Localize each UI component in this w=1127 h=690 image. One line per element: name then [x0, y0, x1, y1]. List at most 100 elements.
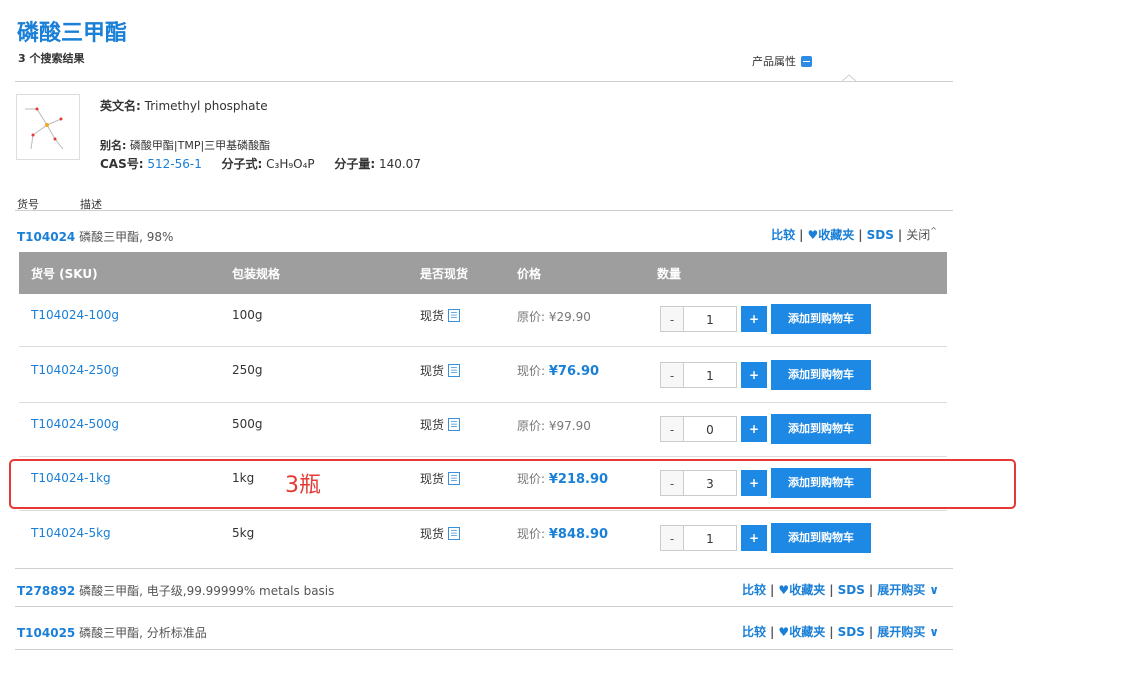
divider [15, 81, 953, 82]
row-divider [19, 346, 947, 347]
expand-buy-link[interactable]: 展开购买 [877, 625, 925, 639]
stock-icon[interactable]: ☰ [448, 527, 461, 540]
heart-icon[interactable]: ♥ [778, 625, 789, 639]
stock-status: 现货 ☰ [420, 525, 461, 542]
favorite-link[interactable]: 收藏夹 [789, 583, 825, 597]
increment-button[interactable]: + [741, 362, 767, 388]
quantity-stepper: - 0 + 添加到购物车 [660, 414, 871, 444]
product-attributes-label: 产品属性 [752, 55, 796, 68]
compare-link[interactable]: 比较 [742, 583, 766, 597]
favorite-link[interactable]: 收藏夹 [789, 625, 825, 639]
divider [15, 606, 953, 607]
chevron-down-icon[interactable]: ∨ [925, 583, 939, 597]
expand-buy-link[interactable]: 展开购买 [877, 583, 925, 597]
decrement-button[interactable]: - [660, 525, 684, 551]
price: 现价: ¥76.90 [517, 362, 599, 379]
stock-icon[interactable]: ☰ [448, 309, 461, 322]
increment-button[interactable]: + [741, 306, 767, 332]
cas-row: CAS号: 512-56-1 分子式: C₃H₉O₄P 分子量: 140.07 [100, 155, 421, 172]
quantity-input[interactable]: 1 [684, 362, 737, 388]
heart-icon[interactable]: ♥ [778, 583, 789, 597]
sku-link[interactable]: T104024-5kg [31, 526, 111, 540]
separator: | [868, 625, 874, 639]
col-sku: 货号 (SKU) [31, 267, 98, 281]
col-price: 价格 [517, 267, 542, 281]
decrement-button[interactable]: - [660, 416, 684, 442]
quantity-stepper: - 1 + 添加到购物车 [660, 360, 871, 390]
increment-button[interactable]: + [741, 416, 767, 442]
cas-link[interactable]: 512-56-1 [147, 157, 201, 171]
stock-icon[interactable]: ☰ [448, 418, 461, 431]
row-divider [19, 402, 947, 403]
price-label: 原价: [517, 419, 546, 433]
sds-link[interactable]: SDS [867, 228, 894, 242]
heart-icon[interactable]: ♥ [807, 228, 818, 242]
price-label: 原价: [517, 310, 546, 324]
decrement-button[interactable]: - [660, 362, 684, 388]
product-row: T104025 磷酸三甲酯, 分析标准品 [17, 624, 207, 641]
divider [15, 210, 953, 211]
add-to-cart-button[interactable]: 添加到购物车 [771, 414, 871, 444]
decrement-button[interactable]: - [660, 306, 684, 332]
stock-status: 现货 ☰ [420, 307, 461, 324]
sku-spec: 250g [232, 363, 263, 377]
separator: | [868, 583, 874, 597]
product-attributes-toggle[interactable]: 产品属性 [752, 53, 812, 69]
separator: | [770, 583, 775, 597]
stock-label: 现货 [420, 527, 445, 541]
price: 现价: ¥848.90 [517, 525, 608, 542]
sds-link[interactable]: SDS [838, 625, 865, 639]
product-row: T104024 磷酸三甲酯, 98% [17, 228, 173, 245]
quantity-input[interactable]: 1 [684, 525, 737, 551]
caret-notch-icon [842, 74, 856, 82]
product-code[interactable]: T278892 [17, 584, 75, 598]
price-value: ¥97.90 [548, 419, 591, 433]
separator: | [829, 583, 834, 597]
chevron-up-icon[interactable]: ^ [930, 226, 937, 235]
separator: | [770, 625, 775, 639]
col-qty: 数量 [657, 267, 682, 281]
add-to-cart-button[interactable]: 添加到购物车 [771, 523, 871, 553]
stock-icon[interactable]: ☰ [448, 364, 461, 377]
price-value: ¥29.90 [548, 310, 591, 324]
price-value: ¥848.90 [548, 527, 609, 542]
separator: | [897, 228, 903, 242]
product-actions: 比较 | ♥收藏夹 | SDS | 展开购买 ∨ [742, 581, 939, 598]
sku-link[interactable]: T104024-100g [31, 308, 119, 322]
row-divider [19, 456, 947, 457]
compare-link[interactable]: 比较 [771, 228, 795, 242]
annotation-text: 3瓶 [285, 473, 321, 498]
favorite-link[interactable]: 收藏夹 [818, 228, 854, 242]
sds-link[interactable]: SDS [838, 583, 865, 597]
product-code[interactable]: T104024 [17, 230, 75, 244]
close-link[interactable]: 关闭 [906, 228, 930, 242]
english-name-row: 英文名: Trimethyl phosphate [100, 97, 268, 114]
chevron-down-icon[interactable]: ∨ [925, 625, 939, 639]
stock-status: 现货 ☰ [420, 416, 461, 433]
product-code[interactable]: T104025 [17, 626, 75, 640]
increment-button[interactable]: + [741, 525, 767, 551]
col-stock: 是否现货 [420, 267, 469, 281]
divider [15, 568, 953, 569]
separator: | [858, 228, 863, 242]
quantity-input[interactable]: 1 [684, 306, 737, 332]
english-name-label: 英文名: [100, 99, 141, 113]
compare-link[interactable]: 比较 [742, 625, 766, 639]
divider [15, 649, 953, 650]
sku-link[interactable]: T104024-250g [31, 363, 119, 377]
quantity-input[interactable]: 0 [684, 416, 737, 442]
quantity-stepper: - 1 + 添加到购物车 [660, 523, 871, 553]
structure-image [16, 94, 80, 160]
price-label: 现价: [517, 527, 546, 541]
formula: C₃H₉O₄P [266, 157, 315, 171]
stock-label: 现货 [420, 418, 445, 432]
molecular-weight: 140.07 [378, 157, 421, 171]
cas-label: CAS号: [100, 157, 144, 171]
sku-spec: 5kg [232, 526, 255, 540]
add-to-cart-button[interactable]: 添加到购物车 [771, 360, 871, 390]
result-count: 3 个搜索结果 [18, 52, 85, 65]
sku-link[interactable]: T104024-500g [31, 417, 119, 431]
price: 原价: ¥29.90 [517, 308, 591, 325]
product-description: 磷酸三甲酯, 98% [79, 230, 174, 244]
add-to-cart-button[interactable]: 添加到购物车 [771, 304, 871, 334]
